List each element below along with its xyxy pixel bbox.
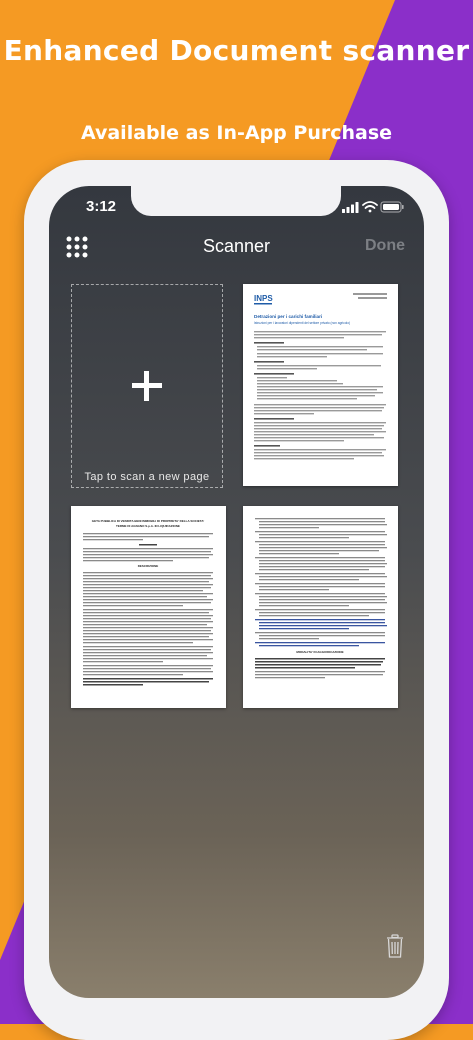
phone-notch: [131, 186, 341, 216]
page-title: GETA PUBBLICA DI VENDITA BENI IMMOBILI D…: [92, 519, 205, 523]
scan-tile-label: Tap to scan a new page: [72, 471, 222, 483]
page-text-lines: [254, 331, 386, 459]
scan-new-page-tile[interactable]: Tap to scan a new page: [71, 284, 223, 488]
page-section: MODALITA' DI AGGIUDICAZIONE: [296, 650, 343, 654]
status-time: 3:12: [86, 198, 116, 215]
navigation-bar: Scanner Done: [49, 230, 424, 270]
battery-icon: [381, 202, 404, 212]
page-section: DESCRIZIONE: [138, 564, 159, 568]
promo-subhead: Available as In-App Purchase: [0, 122, 473, 144]
scanned-page-1[interactable]: INPS Detrazioni per i carichi familiari …: [243, 284, 398, 486]
app-screen: 3:12: [49, 186, 424, 998]
page-title: Detrazioni per i carichi familiari: [254, 314, 322, 319]
scanned-page-2[interactable]: GETA PUBBLICA DI VENDITA BENI IMMOBILI D…: [71, 506, 226, 708]
page-text-lines: [83, 533, 213, 561]
signal-icon: [342, 202, 359, 213]
page-subtitle: Istruzioni per i lavoratori dipendenti d…: [254, 321, 350, 325]
wifi-icon: [363, 202, 377, 212]
page-subtitle: TERME DI AGNANO S.p.A. IN LIQUIDAZIONE: [116, 524, 180, 528]
trash-icon[interactable]: [386, 934, 404, 958]
status-icons: [342, 200, 404, 219]
page-logo: INPS: [254, 294, 273, 303]
scanned-page-3[interactable]: MODALITA' DI AGGIUDICAZIONE: [243, 506, 398, 708]
page-text-lines: [255, 518, 387, 646]
done-button[interactable]: Done: [365, 237, 405, 255]
promo-headline: Enhanced Document scanner: [0, 34, 473, 67]
